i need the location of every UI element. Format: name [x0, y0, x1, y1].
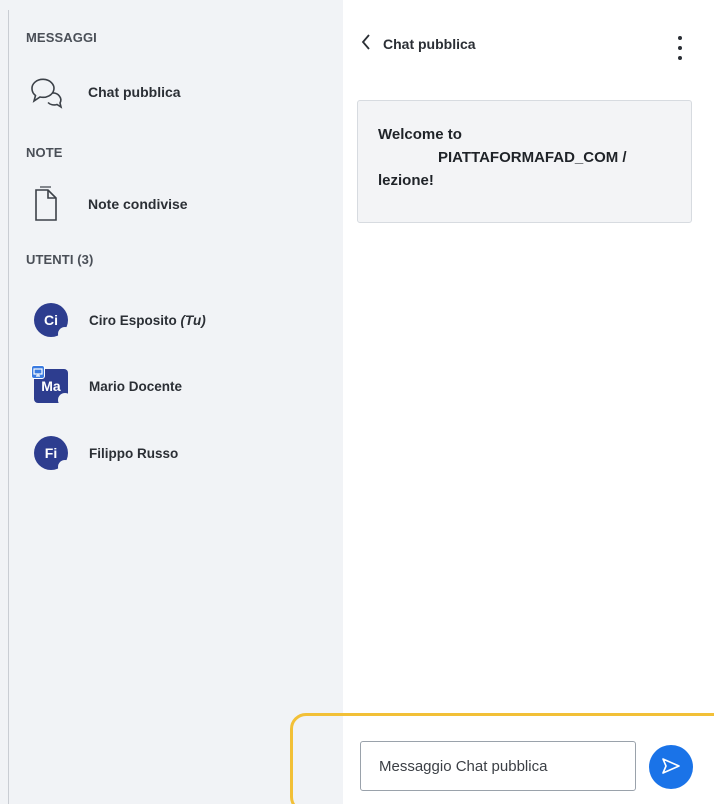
send-button[interactable] [649, 745, 693, 789]
chat-panel: Chat pubblica Welcome to PIATTAFORMAFAD_… [343, 0, 714, 804]
user-item[interactable]: Fi Filippo Russo [34, 436, 179, 474]
back-button[interactable]: Chat pubblica [361, 34, 476, 53]
sidebar-item-shared-notes[interactable]: Note condivise [26, 186, 188, 222]
chat-bubbles-icon [26, 74, 66, 110]
you-badge: (Tu) [180, 312, 206, 328]
more-options-icon[interactable] [673, 36, 687, 60]
notes-section-title: NOTE [26, 145, 63, 160]
send-icon [661, 757, 681, 778]
avatar-initials: Ci [44, 312, 58, 328]
sidebar-item-public-chat[interactable]: Chat pubblica [26, 74, 181, 110]
shared-notes-label: Note condivise [88, 196, 188, 212]
welcome-line-2: PIATTAFORMAFAD_COM / [438, 149, 627, 166]
status-notch [58, 460, 72, 474]
avatar-initials: Fi [44, 445, 58, 461]
welcome-line-1: Welcome to [378, 126, 462, 143]
message-input[interactable] [360, 741, 636, 791]
welcome-message: Welcome to PIATTAFORMAFAD_COM / lezione! [357, 100, 692, 223]
user-name-text: Ciro Esposito [89, 312, 177, 328]
avatar: Fi [34, 436, 72, 474]
status-notch [58, 327, 72, 341]
user-item[interactable]: Ci Ciro Esposito (Tu) [34, 303, 206, 341]
avatar: Ma [31, 365, 72, 407]
user-name: Filippo Russo [89, 445, 179, 461]
user-item[interactable]: Ma Mario Docente [31, 365, 183, 407]
avatar: Ci [34, 303, 72, 341]
presenter-icon [31, 365, 45, 379]
document-icon [26, 186, 66, 222]
avatar-initials: Ma [41, 378, 61, 394]
messages-section-title: MESSAGGI [26, 30, 97, 45]
chevron-left-icon [361, 34, 371, 53]
welcome-line-3: lezione! [378, 172, 434, 189]
sidebar-divider [8, 10, 9, 804]
public-chat-label: Chat pubblica [88, 84, 181, 100]
sidebar: MESSAGGI Chat pubblica NOTE Note condivi… [0, 0, 343, 804]
users-section-title: UTENTI (3) [26, 252, 94, 267]
chat-title: Chat pubblica [383, 35, 476, 52]
user-name: Ciro Esposito (Tu) [89, 313, 206, 328]
user-name: Mario Docente [89, 378, 183, 394]
chat-header: Chat pubblica [343, 28, 714, 64]
status-notch [58, 393, 72, 407]
